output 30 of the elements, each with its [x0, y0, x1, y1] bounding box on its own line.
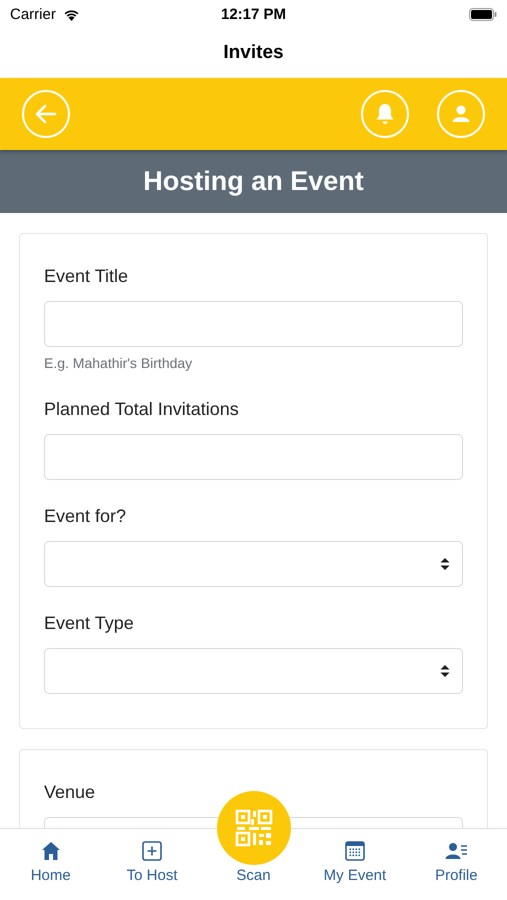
tab-item[interactable]: Home: [0, 829, 102, 900]
back-button[interactable]: [22, 90, 70, 138]
notifications-button[interactable]: [361, 90, 409, 138]
input-field[interactable]: [44, 434, 463, 480]
sort-arrows-icon: [440, 664, 450, 678]
tab-item[interactable]: Profile: [406, 829, 507, 900]
field-label: Event Type: [44, 613, 135, 634]
select-field[interactable]: [44, 648, 463, 694]
tab-item[interactable]: My Event: [304, 829, 406, 900]
field-label: Event for?: [44, 506, 128, 527]
battery-icon: [469, 8, 497, 20]
sort-arrows-icon: [440, 557, 450, 571]
calendar-icon: [342, 839, 367, 863]
bell-icon: [374, 102, 396, 126]
tab-item[interactable]: To Host: [101, 829, 203, 900]
qr-code-icon: [234, 809, 273, 847]
page-heading: Hosting an Event: [143, 166, 364, 197]
field-label: Event Title: [44, 266, 130, 287]
field-hint: E.g. Mahathir's Birthday: [44, 355, 194, 371]
screen-title: Invites: [223, 42, 284, 64]
profile-button[interactable]: [437, 90, 485, 138]
select-field[interactable]: [44, 541, 463, 587]
plus-square-icon: [140, 839, 164, 863]
clock-time: 12:17 PM: [220, 6, 286, 22]
user-icon: [450, 103, 472, 125]
input-field[interactable]: [44, 301, 463, 347]
tab-label[interactable]: Scan: [236, 867, 271, 884]
field-label: Venue: [44, 782, 96, 803]
field-label: Planned Total Invitations: [44, 399, 240, 420]
carrier-label: Carrier: [10, 6, 56, 22]
